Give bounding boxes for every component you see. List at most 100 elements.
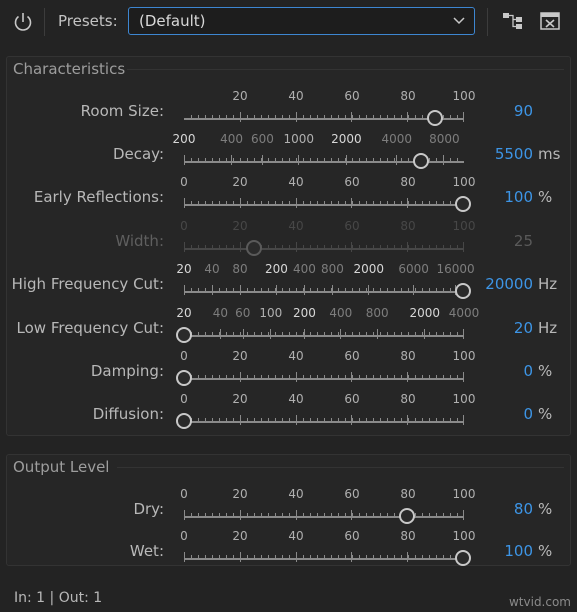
tick-label: 60 (344, 219, 360, 233)
routing-icon (503, 13, 522, 29)
toolbar-divider (487, 8, 488, 36)
tick-label: 80 (400, 349, 416, 363)
early-reflections-track[interactable] (184, 204, 464, 206)
tick-label: 40 (288, 487, 304, 501)
major-tick (463, 112, 464, 122)
routing-button[interactable] (502, 11, 524, 31)
high-frequency-cut-unit: Hz (538, 275, 558, 293)
width-thumb (245, 240, 262, 256)
room-size-value[interactable]: 90 (514, 102, 533, 120)
major-tick (262, 155, 263, 165)
major-tick (340, 329, 341, 339)
decay-thumb[interactable] (413, 153, 430, 169)
tick-label: 40 (288, 392, 304, 406)
low-frequency-cut-value[interactable]: 20 (514, 319, 533, 337)
close-panel-button[interactable] (540, 12, 560, 30)
tick-label: 2000 (353, 262, 385, 276)
toolbar: Presets: (Default) (0, 0, 577, 44)
early-reflections-thumb[interactable] (455, 196, 471, 212)
wet-value[interactable]: 100 (504, 542, 533, 560)
tick-label: 20 (232, 175, 248, 189)
tick-label: 1000 (283, 132, 315, 146)
dry-value[interactable]: 80 (514, 500, 533, 518)
damping-thumb[interactable] (176, 370, 192, 386)
room-size-slider[interactable]: 20 40 60 80 100 (184, 88, 475, 132)
tick-label: 40 (288, 89, 304, 103)
damping-row: Damping: 0 20 40 60 80 100 0% (0, 348, 577, 392)
major-tick (396, 155, 397, 165)
major-tick (184, 510, 185, 520)
tick-label: 100 (452, 487, 476, 501)
wet-label: Wet: (129, 542, 164, 560)
diffusion-thumb[interactable] (176, 413, 192, 429)
wet-slider[interactable]: 0 20 40 60 80 100 (180, 528, 475, 572)
low-frequency-cut-row: Low Frequency Cut: 20 40 60 100 200 400 800 2000… (0, 305, 577, 349)
major-tick (276, 285, 277, 295)
dry-slider[interactable]: 0 20 40 60 80 100 (180, 486, 475, 530)
diffusion-track[interactable] (184, 421, 464, 423)
tick-label: 80 (400, 487, 416, 501)
early-reflections-slider[interactable]: 0 20 40 60 80 100 (180, 174, 475, 218)
dry-thumb[interactable] (399, 508, 416, 524)
tick-label: 60 (344, 392, 360, 406)
decay-row: Decay: 200 400 600 1000 2000 4000 8000 5500 ms (0, 131, 577, 175)
major-tick (184, 198, 185, 208)
room-size-track[interactable] (184, 118, 464, 120)
major-tick (463, 372, 464, 382)
close-panel-icon (540, 12, 560, 30)
damping-value[interactable]: 0 (523, 362, 533, 380)
major-tick (304, 285, 305, 295)
wet-thumb[interactable] (455, 550, 471, 566)
major-tick (220, 329, 221, 339)
tick-label: 80 (400, 392, 416, 406)
tick-label: 100 (452, 175, 476, 189)
tick-label: 0 (180, 175, 188, 189)
room-size-thumb[interactable] (427, 110, 444, 126)
low-frequency-cut-thumb[interactable] (176, 327, 192, 343)
high-frequency-cut-row: High Frequency Cut: 20 40 80 200 400 800 2000 60… (0, 261, 577, 305)
tick-label: 20 (176, 306, 192, 320)
presets-selected-value: (Default) (139, 12, 206, 30)
tick-label: 100 (452, 219, 476, 233)
tick-label: 0 (180, 487, 188, 501)
dry-unit: % (538, 500, 553, 518)
decay-slider[interactable]: 200 400 600 1000 2000 4000 8000 (173, 131, 464, 175)
high-frequency-cut-thumb[interactable] (455, 283, 471, 299)
damping-unit: % (538, 362, 553, 380)
major-tick (377, 329, 378, 339)
dry-row: Dry: 0 20 40 60 80 100 80% (0, 486, 577, 530)
tick-label: 2000 (331, 132, 362, 146)
presets-dropdown[interactable]: (Default) (128, 7, 475, 35)
dry-track[interactable] (184, 516, 464, 518)
tick-label: 40 (288, 349, 304, 363)
group-divider (127, 69, 564, 70)
damping-slider[interactable]: 0 20 40 60 80 100 (176, 348, 475, 392)
tick-label: 20 (176, 262, 192, 276)
diffusion-slider[interactable]: 0 20 40 60 80 100 (176, 391, 475, 435)
tick-label: 60 (235, 306, 251, 320)
major-tick (270, 329, 271, 339)
decay-value[interactable]: 5500 (495, 145, 533, 163)
damping-track[interactable] (184, 378, 464, 380)
room-size-label: Room Size: (80, 102, 164, 120)
early-reflections-label: Early Reflections: (33, 188, 164, 206)
tick-label: 200 (264, 262, 288, 276)
high-frequency-cut-value[interactable]: 20000 (485, 275, 533, 293)
tick-label: 0 (180, 529, 188, 543)
tick-label: 2000 (409, 306, 441, 320)
low-frequency-cut-slider[interactable]: 20 40 60 100 200 400 800 2000 4000 (176, 305, 479, 349)
high-frequency-cut-track[interactable] (184, 291, 464, 293)
tick-label: 40 (212, 306, 229, 320)
tick-label: 20 (232, 219, 248, 233)
low-frequency-cut-track[interactable] (184, 335, 464, 337)
tick-label: 100 (452, 349, 476, 363)
major-tick (184, 155, 185, 165)
diffusion-value[interactable]: 0 (523, 405, 533, 423)
tick-label: 100 (259, 306, 283, 320)
width-value: 25 (513, 232, 533, 250)
early-reflections-value[interactable]: 100 (504, 188, 533, 206)
wet-track[interactable] (184, 558, 464, 560)
power-button[interactable] (8, 9, 38, 35)
high-frequency-cut-slider[interactable]: 20 40 80 200 400 800 2000 6000 16000 (176, 261, 475, 305)
tick-label: 8000 (429, 132, 460, 146)
